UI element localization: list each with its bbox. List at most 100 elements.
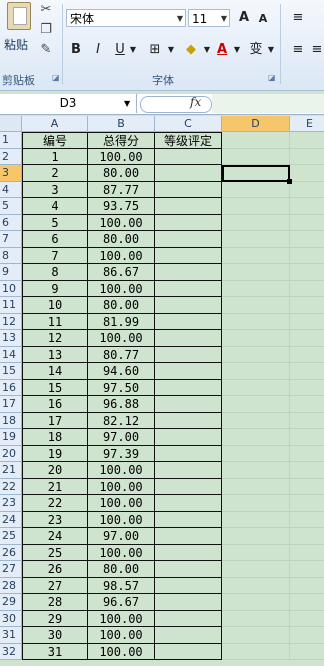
cell-e22[interactable]: [290, 478, 324, 495]
cell-e12[interactable]: [290, 313, 324, 330]
cell-e23[interactable]: [290, 495, 324, 512]
cell-b6[interactable]: 100.00: [88, 214, 155, 231]
cell-c2[interactable]: [155, 148, 222, 165]
bold-button[interactable]: B: [68, 40, 84, 60]
cell-d20[interactable]: [222, 445, 290, 462]
cell-e31[interactable]: [290, 627, 324, 644]
cell-e5[interactable]: [290, 198, 324, 215]
cell-c26[interactable]: [155, 544, 222, 561]
cell-c4[interactable]: [155, 181, 222, 198]
cell-a14[interactable]: 13: [22, 346, 88, 363]
underline-button[interactable]: U: [112, 40, 128, 60]
cell-b26[interactable]: 100.00: [88, 544, 155, 561]
cell-c6[interactable]: [155, 214, 222, 231]
cell-b11[interactable]: 80.00: [88, 297, 155, 314]
font-name-select[interactable]: 宋体 ▼: [66, 9, 186, 27]
cell-d4[interactable]: [222, 181, 290, 198]
cell-c15[interactable]: [155, 363, 222, 380]
row-header-4[interactable]: 4: [0, 181, 22, 198]
cell-a3[interactable]: 2: [22, 165, 88, 182]
cell-e13[interactable]: [290, 330, 324, 347]
cell-e17[interactable]: [290, 396, 324, 413]
format-painter-icon[interactable]: ✎: [38, 42, 54, 58]
cell-b13[interactable]: 100.00: [88, 330, 155, 347]
cell-b9[interactable]: 86.67: [88, 264, 155, 281]
cell-c16[interactable]: [155, 379, 222, 396]
cell-c20[interactable]: [155, 445, 222, 462]
cell-c32[interactable]: [155, 643, 222, 660]
row-header-19[interactable]: 19: [0, 429, 22, 446]
cell-b22[interactable]: 100.00: [88, 478, 155, 495]
cell-b25[interactable]: 97.00: [88, 528, 155, 545]
cell-d16[interactable]: [222, 379, 290, 396]
cell-a6[interactable]: 5: [22, 214, 88, 231]
cell-d17[interactable]: [222, 396, 290, 413]
cell-d30[interactable]: [222, 610, 290, 627]
cell-d5[interactable]: [222, 198, 290, 215]
cell-c9[interactable]: [155, 264, 222, 281]
cell-a32[interactable]: 31: [22, 643, 88, 660]
cell-e28[interactable]: [290, 577, 324, 594]
cell-a17[interactable]: 16: [22, 396, 88, 413]
cell-a31[interactable]: 30: [22, 627, 88, 644]
cell-d19[interactable]: [222, 429, 290, 446]
cell-a1[interactable]: 编号: [22, 132, 88, 149]
cell-b32[interactable]: 100.00: [88, 643, 155, 660]
row-header-3[interactable]: 3: [0, 165, 22, 182]
row-header-11[interactable]: 11: [0, 297, 22, 314]
cell-d18[interactable]: [222, 412, 290, 429]
cell-d22[interactable]: [222, 478, 290, 495]
cell-d6[interactable]: [222, 214, 290, 231]
cell-c29[interactable]: [155, 594, 222, 611]
cell-b31[interactable]: 100.00: [88, 627, 155, 644]
cell-d28[interactable]: [222, 577, 290, 594]
cell-e1[interactable]: [290, 132, 324, 149]
font-size-select[interactable]: 11 ▼: [188, 9, 230, 27]
cell-e3[interactable]: [290, 165, 324, 182]
cell-c18[interactable]: [155, 412, 222, 429]
cell-a22[interactable]: 21: [22, 478, 88, 495]
cell-d2[interactable]: [222, 148, 290, 165]
chevron-down-icon[interactable]: ▼: [166, 40, 176, 60]
cell-a30[interactable]: 29: [22, 610, 88, 627]
cell-a7[interactable]: 6: [22, 231, 88, 248]
cell-b5[interactable]: 93.75: [88, 198, 155, 215]
cell-e2[interactable]: [290, 148, 324, 165]
cell-a19[interactable]: 18: [22, 429, 88, 446]
cell-c5[interactable]: [155, 198, 222, 215]
cell-c27[interactable]: [155, 561, 222, 578]
cell-a5[interactable]: 4: [22, 198, 88, 215]
cell-a25[interactable]: 24: [22, 528, 88, 545]
cell-d14[interactable]: [222, 346, 290, 363]
grow-font-button[interactable]: A: [236, 8, 252, 28]
cell-c22[interactable]: [155, 478, 222, 495]
row-header-6[interactable]: 6: [0, 214, 22, 231]
cell-c31[interactable]: [155, 627, 222, 644]
cell-e18[interactable]: [290, 412, 324, 429]
font-color-button[interactable]: A: [214, 40, 230, 60]
cell-d31[interactable]: [222, 627, 290, 644]
cell-c1[interactable]: 等级评定: [155, 132, 222, 149]
font-launcher-icon[interactable]: ◪: [268, 73, 276, 82]
shrink-font-button[interactable]: A: [256, 9, 270, 29]
chevron-down-icon[interactable]: ▼: [202, 40, 212, 60]
cell-a26[interactable]: 25: [22, 544, 88, 561]
cell-c25[interactable]: [155, 528, 222, 545]
cell-b15[interactable]: 94.60: [88, 363, 155, 380]
row-header-13[interactable]: 13: [0, 330, 22, 347]
row-header-16[interactable]: 16: [0, 379, 22, 396]
cell-d12[interactable]: [222, 313, 290, 330]
row-header-1[interactable]: 1: [0, 132, 22, 149]
column-header-b[interactable]: B: [88, 116, 155, 132]
row-header-9[interactable]: 9: [0, 264, 22, 281]
cell-e25[interactable]: [290, 528, 324, 545]
cell-e16[interactable]: [290, 379, 324, 396]
cell-a8[interactable]: 7: [22, 247, 88, 264]
cell-e30[interactable]: [290, 610, 324, 627]
cell-b10[interactable]: 100.00: [88, 280, 155, 297]
row-header-28[interactable]: 28: [0, 577, 22, 594]
row-header-10[interactable]: 10: [0, 280, 22, 297]
cell-d21[interactable]: [222, 462, 290, 479]
cell-c17[interactable]: [155, 396, 222, 413]
cell-c21[interactable]: [155, 462, 222, 479]
